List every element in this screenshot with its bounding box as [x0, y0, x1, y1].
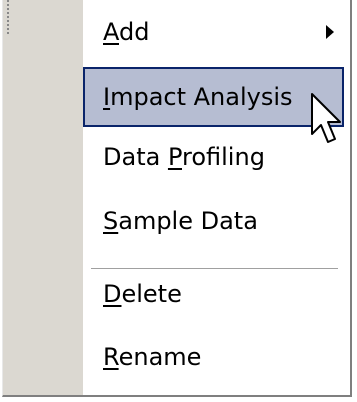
menu-item-label: Delete — [103, 280, 182, 308]
menu-item-label: Rename — [103, 343, 202, 371]
context-menu: Add Impact Analysis Data Profiling Sampl… — [2, 0, 352, 397]
menu-item-label: Impact Analysis — [103, 83, 293, 111]
menu-item-data-profiling[interactable]: Data Profiling — [3, 127, 350, 187]
menu-item-impact-analysis[interactable]: Impact Analysis — [83, 67, 344, 127]
menu-item-sample-data[interactable]: Sample Data — [3, 191, 350, 251]
menu-item-delete[interactable]: Delete — [3, 264, 350, 324]
menu-item-label: Sample Data — [103, 207, 258, 235]
menu-item-label: Add — [103, 18, 150, 46]
menu-item-rename[interactable]: Rename — [3, 327, 350, 387]
chevron-right-icon — [326, 25, 334, 39]
menu-item-add[interactable]: Add — [3, 2, 350, 62]
menu-item-label: Data Profiling — [103, 143, 265, 171]
mouse-pointer-icon — [311, 93, 341, 143]
